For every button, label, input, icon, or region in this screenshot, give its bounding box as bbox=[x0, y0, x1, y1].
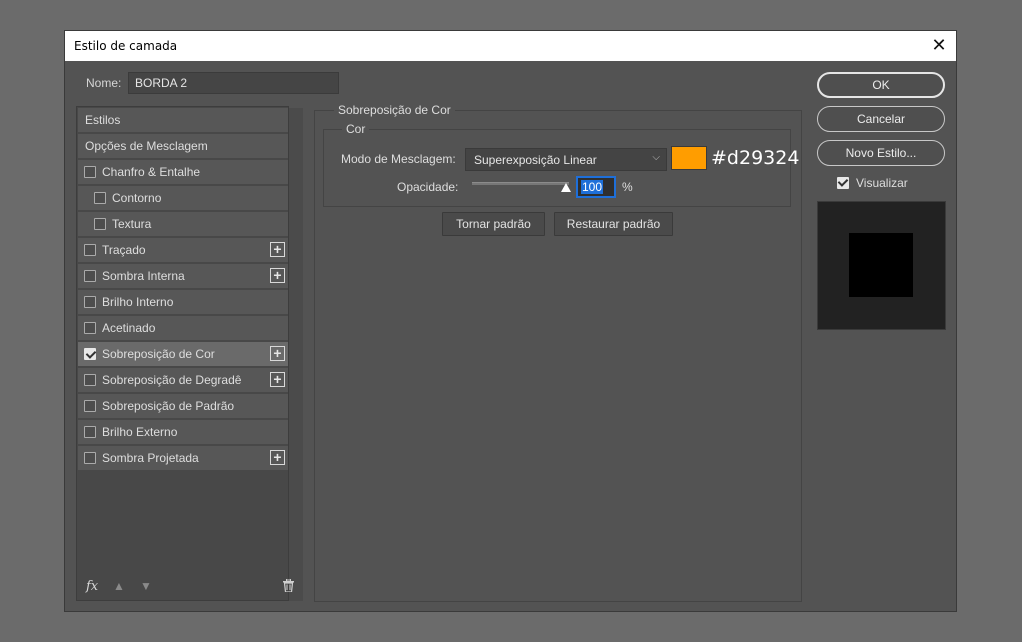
style-item-label: Sobreposição de Degradê bbox=[102, 373, 242, 387]
style-item-label: Sobreposição de Padrão bbox=[102, 399, 235, 413]
preview-square bbox=[849, 233, 913, 297]
name-input[interactable]: BORDA 2 bbox=[128, 72, 339, 94]
arrow-up-icon[interactable]: ▲ bbox=[113, 579, 125, 593]
style-item-label: Estilos bbox=[85, 113, 121, 127]
dialog-title: Estilo de camada bbox=[74, 39, 178, 53]
style-checkbox[interactable] bbox=[94, 218, 106, 230]
style-item[interactable]: Acetinado bbox=[78, 316, 288, 340]
panel-subgroup-title: Cor bbox=[342, 122, 370, 136]
style-checkbox[interactable] bbox=[94, 192, 106, 204]
add-effect-icon[interactable]: + bbox=[270, 450, 285, 465]
opacity-value: 100 bbox=[581, 180, 604, 194]
style-item-label: Textura bbox=[112, 217, 152, 231]
add-effect-icon[interactable]: + bbox=[270, 372, 285, 387]
style-checkbox[interactable] bbox=[84, 400, 96, 412]
blend-mode-label: Modo de Mesclagem: bbox=[341, 152, 456, 166]
opacity-input[interactable]: 100 bbox=[577, 177, 615, 197]
style-item[interactable]: Opções de Mesclagem bbox=[78, 134, 288, 158]
blend-mode-value: Superexposição Linear bbox=[474, 153, 597, 167]
style-item[interactable]: Estilos bbox=[78, 108, 288, 132]
style-item[interactable]: Sobreposição de Degradê + bbox=[78, 368, 288, 392]
style-item[interactable]: Traçado + bbox=[78, 238, 288, 262]
reset-default-button[interactable]: Restaurar padrão bbox=[554, 212, 673, 236]
style-checkbox[interactable] bbox=[84, 296, 96, 308]
style-item-label: Sobreposição de Cor bbox=[102, 347, 215, 361]
styles-list: Estilos Opções de Mesclagem Chanfro & Enta… bbox=[76, 106, 303, 601]
arrow-down-icon[interactable]: ▼ bbox=[140, 579, 152, 593]
style-preview bbox=[817, 201, 946, 330]
style-item[interactable]: Brilho Interno bbox=[78, 290, 288, 314]
close-icon[interactable]: ✕ bbox=[928, 34, 950, 56]
opacity-unit: % bbox=[622, 180, 633, 194]
trash-icon[interactable] bbox=[283, 579, 294, 592]
style-item[interactable]: Sombra Projetada + bbox=[78, 446, 288, 470]
new-style-button[interactable]: Novo Estilo... bbox=[817, 140, 945, 166]
style-item[interactable]: Sobreposição de Padrão bbox=[78, 394, 288, 418]
style-item[interactable]: Brilho Externo bbox=[78, 420, 288, 444]
cancel-button[interactable]: Cancelar bbox=[817, 106, 945, 132]
hex-label: #d29324 bbox=[711, 147, 800, 169]
panel-group-title: Sobreposição de Cor bbox=[334, 103, 455, 117]
chevron-down-icon: ⌵ bbox=[652, 152, 660, 163]
style-checkbox[interactable] bbox=[84, 322, 96, 334]
color-swatch[interactable] bbox=[671, 146, 707, 170]
style-item-label: Sombra Interna bbox=[102, 269, 185, 283]
style-item[interactable]: Textura bbox=[78, 212, 288, 236]
style-checkbox[interactable] bbox=[84, 426, 96, 438]
style-item-label: Traçado bbox=[102, 243, 146, 257]
opacity-slider-handle[interactable] bbox=[561, 183, 571, 192]
style-item-label: Sombra Projetada bbox=[102, 451, 199, 465]
preview-checkbox[interactable] bbox=[837, 177, 849, 189]
ok-button[interactable]: OK bbox=[817, 72, 945, 98]
style-item-label: Brilho Interno bbox=[102, 295, 174, 309]
style-checkbox[interactable] bbox=[84, 270, 96, 282]
add-effect-icon[interactable]: + bbox=[270, 268, 285, 283]
title-bar: Estilo de camada ✕ bbox=[65, 31, 956, 61]
opacity-slider[interactable] bbox=[472, 182, 569, 185]
style-checkbox[interactable] bbox=[84, 452, 96, 464]
name-label: Nome: bbox=[86, 76, 122, 90]
fx-icon[interactable]: fx bbox=[86, 579, 98, 594]
style-checkbox[interactable] bbox=[84, 166, 96, 178]
add-effect-icon[interactable]: + bbox=[270, 346, 285, 361]
style-item-label: Opções de Mesclagem bbox=[85, 139, 208, 153]
layer-style-dialog: Estilo de camada ✕ Nome: BORDA 2 Estilos… bbox=[64, 30, 957, 612]
add-effect-icon[interactable]: + bbox=[270, 242, 285, 257]
style-checkbox[interactable] bbox=[84, 244, 96, 256]
style-item[interactable]: Sobreposição de Cor + bbox=[78, 342, 288, 366]
blend-mode-select[interactable]: Superexposição Linear ⌵ bbox=[465, 148, 667, 171]
style-item-label: Acetinado bbox=[102, 321, 156, 335]
styles-scrollbar[interactable] bbox=[289, 108, 303, 601]
style-item-label: Chanfro & Entalhe bbox=[102, 165, 201, 179]
style-item-label: Contorno bbox=[112, 191, 162, 205]
style-item-label: Brilho Externo bbox=[102, 425, 178, 439]
make-default-button[interactable]: Tornar padrão bbox=[442, 212, 545, 236]
style-item[interactable]: Sombra Interna + bbox=[78, 264, 288, 288]
style-checkbox[interactable] bbox=[84, 374, 96, 386]
opacity-label: Opacidade: bbox=[397, 180, 459, 194]
style-checkbox[interactable] bbox=[84, 348, 96, 360]
style-item[interactable]: Chanfro & Entalhe bbox=[78, 160, 288, 184]
style-item[interactable]: Contorno bbox=[78, 186, 288, 210]
preview-label: Visualizar bbox=[856, 176, 908, 190]
